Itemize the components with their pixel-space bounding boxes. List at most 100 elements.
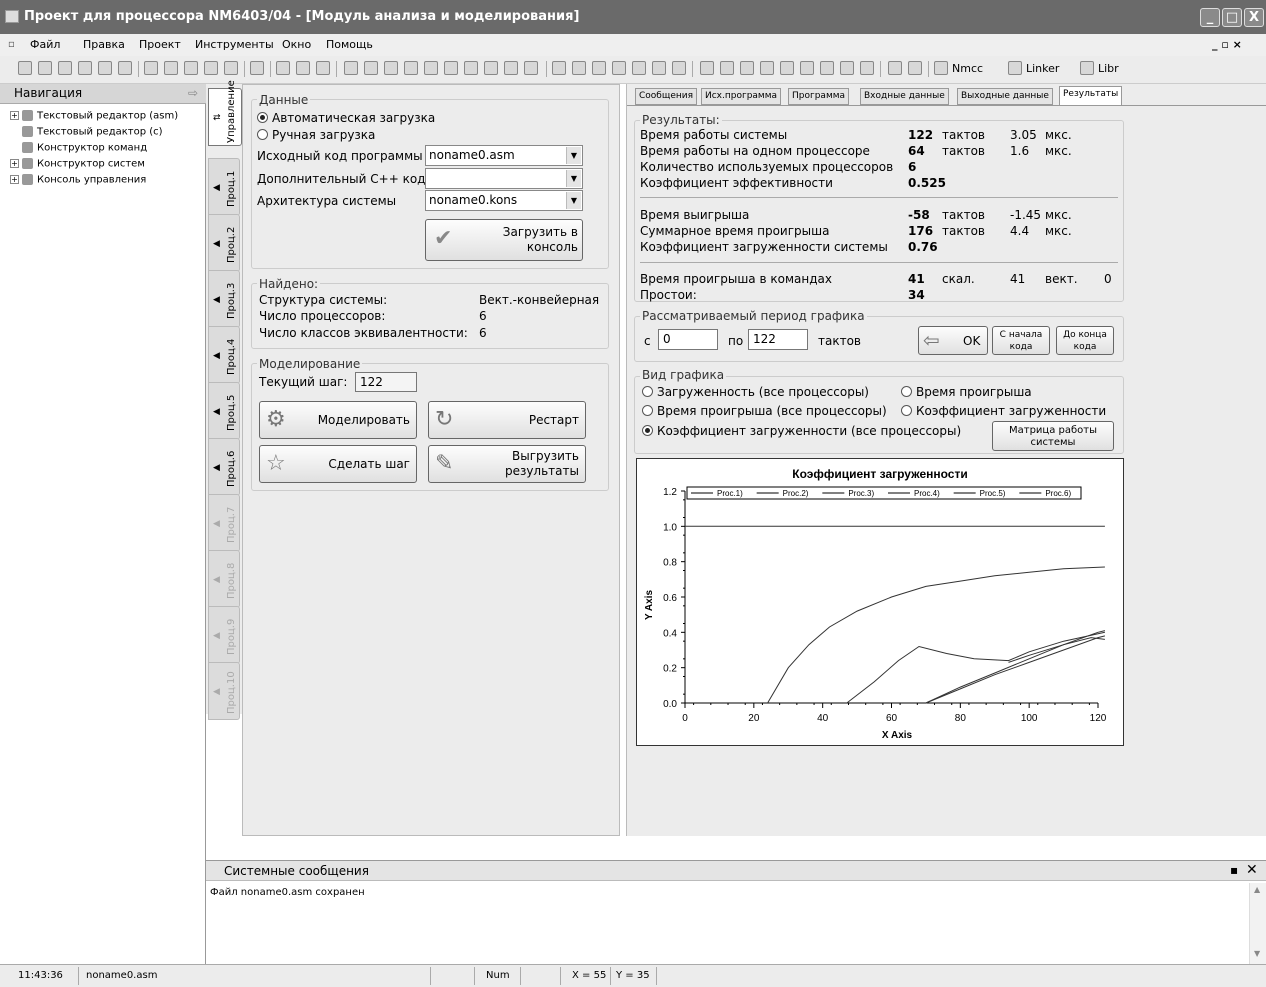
copy-icon[interactable] — [364, 61, 378, 75]
scroll-down-icon[interactable]: ▼ — [1254, 949, 1260, 958]
to-end-button[interactable]: До конца кода — [1056, 326, 1114, 355]
close-icon[interactable]: ✕ — [1246, 862, 1258, 878]
close-button[interactable]: X — [1244, 8, 1264, 27]
tab-program[interactable]: Программа — [788, 88, 850, 105]
target-icon[interactable] — [860, 61, 874, 75]
mdi-controls[interactable]: _ ▫ × — [1212, 38, 1242, 51]
step-button[interactable]: ☆ Сделать шаг — [259, 445, 417, 483]
run-icon[interactable] — [592, 61, 606, 75]
menu-edit[interactable]: Правка — [83, 38, 125, 51]
page-icon[interactable] — [250, 61, 264, 75]
open-icon[interactable] — [38, 61, 52, 75]
tab-results[interactable]: Результаты — [1059, 86, 1123, 105]
new-icon[interactable] — [18, 61, 32, 75]
tools-icon[interactable] — [224, 61, 238, 75]
star-icon[interactable] — [632, 61, 646, 75]
settings-icon[interactable] — [204, 61, 218, 75]
tab-proc3[interactable]: ◀ Проц.3 — [208, 270, 240, 328]
doc-arrow-icon[interactable] — [164, 61, 178, 75]
save-icon[interactable] — [78, 61, 92, 75]
wrench-icon[interactable] — [296, 61, 310, 75]
tab-proc7[interactable]: ◀ Проц.7 — [208, 494, 240, 552]
load-console-button[interactable]: ✔ Загрузить в консоль — [425, 219, 583, 261]
architecture-select[interactable]: noname0.kons ▼ — [425, 190, 583, 211]
expand-icon[interactable]: + — [10, 111, 19, 120]
tree-item-c-editor[interactable]: Текстовый редактор (c) — [22, 126, 163, 138]
close-doc-icon[interactable] — [524, 61, 538, 75]
graph-load-coef-all-radio[interactable]: Коэффициент загруженности (все процессор… — [642, 424, 961, 438]
from-start-button[interactable]: С начала кода — [992, 326, 1050, 355]
nmcc-button[interactable]: Nmcc — [952, 62, 983, 75]
tab-proc8[interactable]: ◀ Проц.8 — [208, 550, 240, 608]
nmcc-icon[interactable] — [934, 61, 948, 75]
tab-proc6[interactable]: ◀ Проц.6 — [208, 438, 240, 496]
tab-messages[interactable]: Сообщения — [635, 88, 698, 105]
build-icon[interactable] — [552, 61, 566, 75]
cut-icon[interactable] — [344, 61, 358, 75]
step-icon[interactable] — [652, 61, 666, 75]
linker-icon[interactable] — [1008, 61, 1022, 75]
model-icon[interactable] — [700, 61, 714, 75]
simulate-button[interactable]: ⚙ Моделировать — [259, 401, 417, 439]
restart-button[interactable]: ↻ Рестарт — [428, 401, 586, 439]
delete-icon[interactable] — [404, 61, 418, 75]
step-field[interactable]: 122 — [355, 372, 417, 392]
replace-icon[interactable] — [504, 61, 518, 75]
linker-button[interactable]: Linker — [1026, 62, 1059, 75]
tab-proc2[interactable]: ◀ Проц.2 — [208, 214, 240, 272]
ok-button[interactable]: ⇦ OK — [918, 326, 988, 355]
graph-loss-time-radio[interactable]: Время проигрыша — [901, 385, 1032, 399]
notes-icon[interactable] — [888, 61, 902, 75]
gear-icon[interactable] — [184, 61, 198, 75]
find-next-icon[interactable] — [484, 61, 498, 75]
menu-file[interactable]: Файл — [30, 38, 60, 51]
tree-item-system-builder[interactable]: + Конструктор систем — [10, 158, 145, 170]
swap-icon[interactable] — [800, 61, 814, 75]
period-from-field[interactable]: 0 — [658, 329, 718, 350]
period-to-field[interactable]: 122 — [748, 329, 808, 350]
cpu-icon[interactable] — [720, 61, 734, 75]
list-icon[interactable] — [740, 61, 754, 75]
graph-loss-all-radio[interactable]: Время проигрыша (все процессоры) — [642, 404, 887, 418]
minimize-button[interactable]: _ — [1200, 8, 1220, 27]
maximize-button[interactable]: □ — [1222, 8, 1242, 27]
redo-icon[interactable] — [444, 61, 458, 75]
auto-load-radio[interactable]: Автоматическая загрузка — [257, 111, 435, 125]
menu-tools[interactable]: Инструменты — [195, 38, 274, 51]
doc-icon[interactable] — [144, 61, 158, 75]
tree-item-console[interactable]: + Консоль управления — [10, 174, 146, 186]
expand-icon[interactable]: + — [10, 175, 19, 184]
globe-icon[interactable] — [276, 61, 290, 75]
graph-load-all-radio[interactable]: Загруженность (все процессоры) — [642, 385, 869, 399]
window-icon[interactable] — [908, 61, 922, 75]
cpp-code-select[interactable]: ▼ — [425, 168, 583, 189]
stop-icon[interactable] — [672, 61, 686, 75]
libr-button[interactable]: Libr — [1098, 62, 1119, 75]
undo-icon[interactable] — [424, 61, 438, 75]
close-x-icon[interactable] — [780, 61, 794, 75]
scrollbar[interactable]: ▲ ▼ — [1249, 883, 1266, 965]
save-icon[interactable]: ▪ — [1230, 863, 1238, 877]
help-icon[interactable] — [316, 61, 330, 75]
menu-help[interactable]: Помощь — [326, 38, 373, 51]
print-icon[interactable] — [118, 61, 132, 75]
reload-icon[interactable] — [58, 61, 72, 75]
tab-proc5[interactable]: ◀ Проц.5 — [208, 382, 240, 440]
tab-proc9[interactable]: ◀ Проц.9 — [208, 606, 240, 664]
tab-output-data[interactable]: Выходные данные — [957, 88, 1053, 105]
tab-proc1[interactable]: ◀ Проц.1 — [208, 158, 240, 216]
camera-icon[interactable] — [820, 61, 834, 75]
system-matrix-button[interactable]: Матрица работы системы — [992, 421, 1114, 451]
tab-input-data[interactable]: Входные данные — [860, 88, 949, 105]
check-icon[interactable] — [572, 61, 586, 75]
export-icon[interactable] — [760, 61, 774, 75]
link-icon[interactable] — [840, 61, 854, 75]
pin-arrow-icon[interactable]: ⇨ — [188, 86, 198, 100]
source-code-select[interactable]: noname0.asm ▼ — [425, 145, 583, 166]
export-results-button[interactable]: ✎ Выгрузить результаты — [428, 445, 586, 483]
manual-load-radio[interactable]: Ручная загрузка — [257, 128, 375, 142]
find-icon[interactable] — [464, 61, 478, 75]
debug-icon[interactable] — [612, 61, 626, 75]
libr-icon[interactable] — [1080, 61, 1094, 75]
scroll-up-icon[interactable]: ▲ — [1254, 885, 1260, 894]
